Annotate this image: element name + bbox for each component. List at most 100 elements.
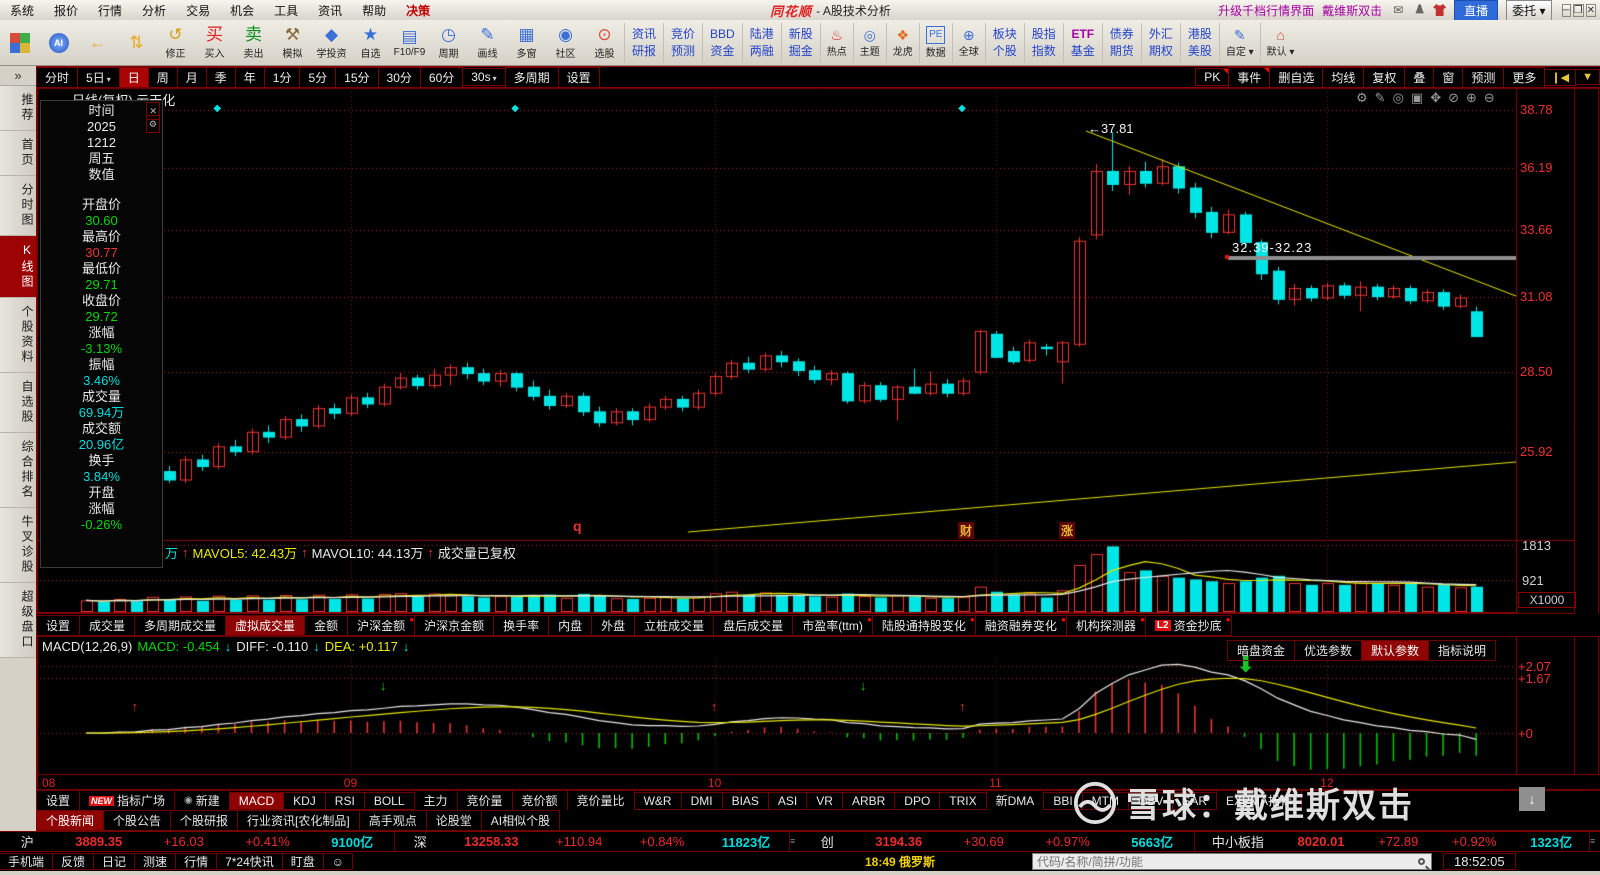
toolbar-col-板块[interactable]: 板块 个股 xyxy=(984,22,1024,63)
toolbar-主题[interactable]: ◎ 主题 xyxy=(852,22,886,63)
gear-icon[interactable]: ⚙ xyxy=(1356,90,1368,106)
period-设置[interactable]: 设置 xyxy=(557,66,600,88)
indicator-tab-新建[interactable]: ◉ 新建 xyxy=(174,790,230,811)
chart-action-预测[interactable]: 预测 xyxy=(1462,66,1505,88)
menu-系统[interactable]: 系统 xyxy=(0,2,44,19)
vol-tab-外盘[interactable]: 外盘 xyxy=(591,614,636,636)
toolbar-col-竞价[interactable]: 竞价 预测 xyxy=(663,22,702,63)
period-日[interactable]: 日 xyxy=(118,66,149,88)
indicator-tab-RSI[interactable]: RSI xyxy=(324,791,365,810)
indicator-tab-主力[interactable]: 主力 xyxy=(413,790,458,811)
period-5分[interactable]: 5分 xyxy=(299,66,337,88)
indicator-tab-BOLL[interactable]: BOLL xyxy=(363,791,415,810)
vol-tab-盘后成交量[interactable]: 盘后成交量 xyxy=(713,614,794,636)
zoom-out-icon[interactable]: ⊖ xyxy=(1484,90,1495,106)
toolbar-热点[interactable]: ♨ 热点 xyxy=(819,22,853,63)
learn-invest-icon[interactable]: ◆ 学投资 xyxy=(312,21,351,65)
news-tab-高手观点[interactable]: 高手观点 xyxy=(358,809,427,831)
restore-button[interactable]: ❐ xyxy=(1572,4,1584,17)
toolbar-button-期货[interactable]: 期货 xyxy=(1110,44,1134,58)
indicator-tab-VR[interactable]: VR xyxy=(806,791,843,810)
chart-action-叠[interactable]: 叠 xyxy=(1404,66,1435,88)
index-沪[interactable]: 沪 3889.35 +16.03 +0.41% 9100亿 xyxy=(0,832,395,851)
vol-tab-虚拟成交量[interactable]: 虚拟成交量 xyxy=(225,614,306,636)
toolbar-button-指数[interactable]: 指数 xyxy=(1032,44,1056,58)
menu-报价[interactable]: 报价 xyxy=(44,2,88,19)
macd-button-默认参数[interactable]: 默认参数 xyxy=(1361,640,1430,661)
indicator-tab-DPO[interactable]: DPO xyxy=(894,791,941,810)
chart-action-事件[interactable]: 事件 xyxy=(1228,66,1271,88)
vol-tab-资金抄底[interactable]: L2 资金抄底 ● xyxy=(1144,614,1232,636)
history-back-icon[interactable]: ❙◀ xyxy=(1544,68,1577,86)
indicator-tab-指标广场[interactable]: NEW 指标广场 xyxy=(79,790,176,811)
menu-决策[interactable]: 决策 xyxy=(396,2,440,19)
period-多周期[interactable]: 多周期 xyxy=(504,66,559,88)
sidebar-tab-推荐[interactable]: 推荐 xyxy=(0,86,36,131)
zoom-in-icon[interactable]: ⊕ xyxy=(1466,90,1477,106)
news-ticker[interactable]: 18:49 俄罗斯 xyxy=(865,853,935,870)
statusbar-7*24快讯[interactable]: 7*24快讯 xyxy=(216,853,283,870)
vol-tab-内盘[interactable]: 内盘 xyxy=(548,614,593,636)
index-深[interactable]: 深 13258.33 +110.94 +0.84% 11823亿 xyxy=(395,832,790,851)
sidebar-tab-牛叉诊股[interactable]: 牛叉诊股 xyxy=(0,508,36,583)
menu-工具[interactable]: 工具 xyxy=(264,2,308,19)
toolbar-button-板块[interactable]: 板块 xyxy=(993,27,1017,41)
lock-icon[interactable]: ⊘ xyxy=(1448,90,1459,106)
toolbar-button-港股[interactable]: 港股 xyxy=(1188,27,1212,41)
stock-pick-icon[interactable]: ⊙ 选股 xyxy=(585,21,624,65)
page-up-down-icon[interactable]: ⇅ xyxy=(117,21,156,65)
indicator-tab-ARBR[interactable]: ARBR xyxy=(841,791,896,810)
indicator-tab-DMI[interactable]: DMI xyxy=(680,791,723,810)
vol-tab-成交量[interactable]: 成交量 xyxy=(79,614,136,636)
indicator-tab-KDJ[interactable]: KDJ xyxy=(283,791,326,810)
statusbar-盯盘[interactable]: 盯盘 xyxy=(281,853,324,870)
vol-tab-融资融券变化[interactable]: 融资融券变化 ● xyxy=(974,614,1067,636)
toolbar-button-美股[interactable]: 美股 xyxy=(1188,44,1212,58)
period-年[interactable]: 年 xyxy=(234,66,265,88)
indicator-tab-W&R[interactable]: W&R xyxy=(633,791,682,810)
period-30s[interactable]: 30s ▾ xyxy=(462,68,506,86)
indicator-tab-BBI[interactable]: BBI xyxy=(1043,791,1083,810)
toolbar-col-陆港[interactable]: 陆港 两融 xyxy=(741,22,781,63)
indicator-tab-BIAS[interactable]: BIAS xyxy=(721,791,769,810)
vol-tab-设置[interactable]: 设置 xyxy=(36,614,81,636)
indicator-tab-竞价量[interactable]: 竞价量 xyxy=(456,790,513,811)
indicator-tab-竞价量比[interactable]: 竞价量比 xyxy=(566,790,635,811)
macd-button-指标说明[interactable]: 指标说明 xyxy=(1428,640,1497,661)
sidebar-tab-个股资料[interactable]: 个股资料 xyxy=(0,298,36,373)
sidebar-tab-综合排名[interactable]: 综合排名 xyxy=(0,433,36,508)
statusbar-反馈[interactable]: 反馈 xyxy=(52,853,95,870)
toolbar-button-债券[interactable]: 债券 xyxy=(1110,27,1134,41)
news-tab-论股堂[interactable]: 论股堂 xyxy=(425,809,482,831)
splitter-grip[interactable]: ≡ xyxy=(790,837,800,846)
toolbar-button-股指[interactable]: 股指 xyxy=(1032,27,1056,41)
indicator-tab-设置[interactable]: 设置 xyxy=(36,790,81,811)
toolbar-button-资讯[interactable]: 资讯 xyxy=(632,27,656,41)
toolbox-icon[interactable]: ▣ xyxy=(1411,90,1423,106)
menu-机会[interactable]: 机会 xyxy=(220,2,264,19)
kline-chart-canvas[interactable] xyxy=(0,0,1600,875)
toolbar-col-港股[interactable]: 港股 美股 xyxy=(1179,22,1219,63)
period-60分[interactable]: 60分 xyxy=(419,66,464,88)
toolbar-col-外汇[interactable]: 外汇 期权 xyxy=(1140,22,1180,63)
buy-icon[interactable]: 买买入 xyxy=(195,21,234,65)
search-input[interactable] xyxy=(1033,854,1418,869)
menu-分析[interactable]: 分析 xyxy=(132,2,176,19)
hand-icon[interactable]: ✥ xyxy=(1430,90,1441,106)
vol-tab-多周期成交量[interactable]: 多周期成交量 xyxy=(134,614,227,636)
search-icon[interactable] xyxy=(1418,858,1425,865)
multi-window-icon[interactable]: ▦ 多窗 xyxy=(507,21,546,65)
vol-tab-沪深京金额[interactable]: 沪深京金额 xyxy=(414,614,495,636)
pencil-icon[interactable]: ✎ xyxy=(1375,90,1386,106)
watchlist-icon[interactable]: ★ 自选 xyxy=(351,21,390,65)
mail-icon[interactable]: ✉ xyxy=(1390,3,1406,17)
period-周[interactable]: 周 xyxy=(147,66,178,88)
index-创[interactable]: 创 3194.36 +30.69 +0.97% 5663亿 xyxy=(800,832,1195,851)
toolbar-col-新股[interactable]: 新股 掘金 xyxy=(780,22,820,63)
vol-tab-立桩成交量[interactable]: 立桩成交量 xyxy=(634,614,715,636)
minimize-button[interactable]: ─ xyxy=(1561,4,1571,17)
simulate-icon[interactable]: ⚒ 模拟 xyxy=(273,21,312,65)
upgrade-link[interactable]: 升级千档行情界面 xyxy=(1218,2,1314,19)
toolbar-龙虎[interactable]: ❖ 龙虎 xyxy=(885,22,919,63)
monitor-icon[interactable]: ☺ xyxy=(322,853,354,870)
